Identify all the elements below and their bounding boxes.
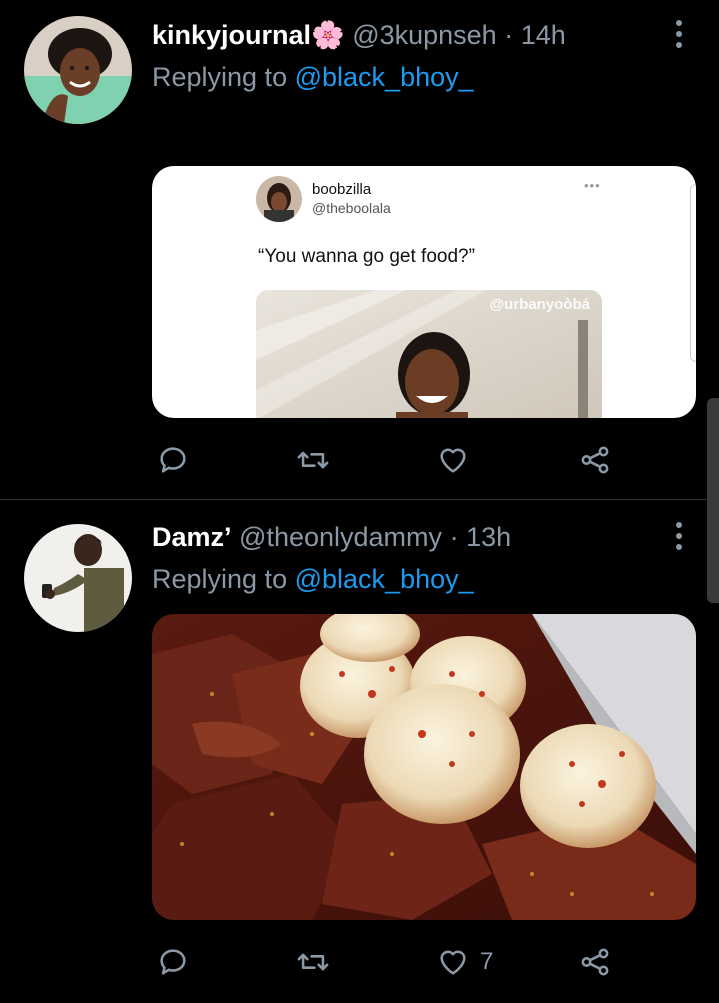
- like-count: 7: [480, 948, 494, 975]
- reply-button[interactable]: [156, 942, 190, 982]
- timestamp[interactable]: 13h: [466, 522, 511, 552]
- tweet[interactable]: kinkyjournal🌸 @3kupnseh · 14h Replying t…: [0, 0, 719, 498]
- scrollbar[interactable]: [707, 398, 719, 603]
- avatar[interactable]: [24, 524, 132, 632]
- retweet-button[interactable]: [296, 440, 330, 480]
- retweet-icon: [297, 953, 329, 971]
- reply-icon: [160, 447, 186, 473]
- embedded-avatar: [256, 176, 302, 222]
- handle[interactable]: @3kupnseh: [352, 20, 497, 50]
- avatar[interactable]: [24, 16, 132, 124]
- display-name[interactable]: Damz’: [152, 522, 232, 552]
- reply-button[interactable]: [156, 440, 190, 480]
- replying-label: Replying to: [152, 62, 288, 92]
- handle[interactable]: @theonlydammy: [239, 522, 442, 552]
- reply-icon: [160, 949, 186, 975]
- retweet-icon: [297, 451, 329, 469]
- tweet-header: Damz’ @theonlydammy · 13h: [152, 520, 511, 554]
- replying-label: Replying to: [152, 564, 288, 594]
- share-button[interactable]: [578, 440, 612, 480]
- like-icon: [440, 448, 466, 473]
- tweet-media[interactable]: [152, 614, 696, 920]
- replying-to: Replying to @black_bhoy_: [152, 562, 474, 596]
- share-button[interactable]: [578, 942, 612, 982]
- display-name[interactable]: kinkyjournal🌸: [152, 20, 345, 50]
- food-photo: [152, 614, 696, 920]
- time-separator: ·: [504, 20, 514, 50]
- replying-to-link[interactable]: @black_bhoy_: [295, 62, 474, 92]
- replying-to-link[interactable]: @black_bhoy_: [295, 564, 474, 594]
- replying-to: Replying to @black_bhoy_: [152, 60, 474, 94]
- tweet-actions: [0, 440, 719, 480]
- embedded-photo: @urbanyoòbá: [256, 290, 602, 418]
- tweet-header: kinkyjournal🌸 @3kupnseh · 14h: [152, 18, 566, 52]
- tweet-actions: 7: [0, 942, 719, 982]
- more-icon[interactable]: [672, 20, 686, 50]
- share-icon: [581, 948, 609, 976]
- more-icon[interactable]: [672, 522, 686, 552]
- embedded-name: boobzilla: [312, 181, 372, 198]
- embedded-more-icon: •••: [584, 178, 601, 193]
- embedded-watermark: @urbanyoòbá: [489, 296, 590, 313]
- time-separator: ·: [449, 522, 459, 552]
- embedded-handle: @theboolala: [312, 200, 391, 216]
- embedded-text: “You wanna go get food?”: [258, 246, 475, 267]
- retweet-button[interactable]: [296, 942, 330, 982]
- share-icon: [581, 446, 609, 474]
- tweet-media[interactable]: boobzilla @theboolala ••• “You wanna go …: [152, 166, 696, 418]
- like-button[interactable]: 7: [436, 942, 493, 982]
- timestamp[interactable]: 14h: [521, 20, 566, 50]
- like-button[interactable]: [436, 440, 480, 480]
- card-edge: [690, 184, 696, 362]
- embedded-tweet-screenshot: boobzilla @theboolala ••• “You wanna go …: [152, 166, 696, 418]
- tweet[interactable]: Damz’ @theonlydammy · 13h Replying to @b…: [0, 500, 719, 1003]
- like-icon: [440, 950, 466, 975]
